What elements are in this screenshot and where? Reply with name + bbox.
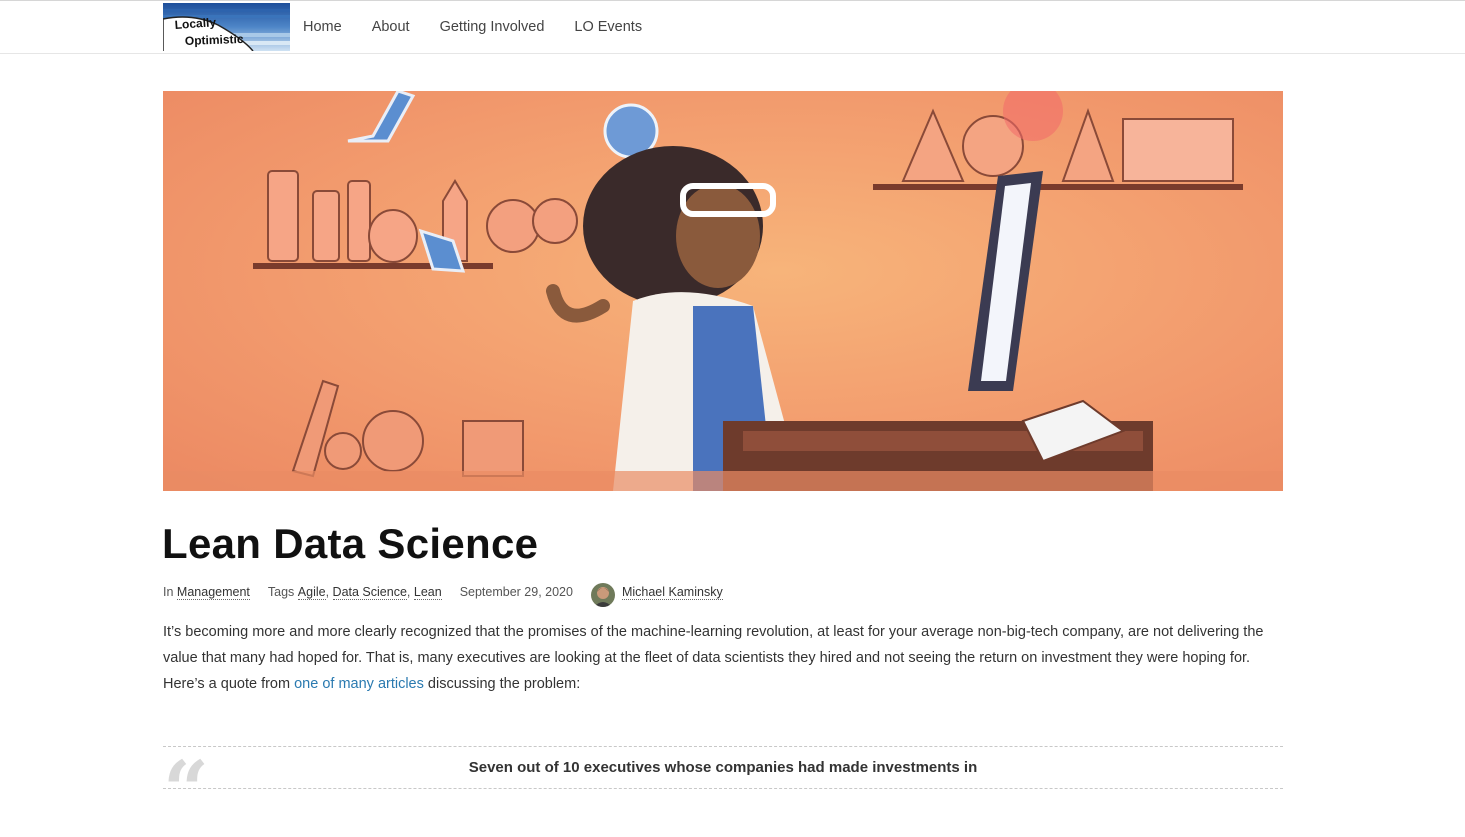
- tag-link-agile[interactable]: Agile: [297, 585, 326, 600]
- post-meta: In Management Tags Agile, Data Science, …: [163, 578, 723, 607]
- quote-text: Seven out of 10 executives whose compani…: [468, 759, 978, 776]
- featured-image: [163, 91, 1283, 491]
- tag-link-data-science[interactable]: Data Science: [332, 585, 407, 600]
- nav-lo-events[interactable]: LO Events: [574, 19, 642, 35]
- post-title: Lean Data Science: [162, 520, 539, 567]
- tag-link-lean[interactable]: Lean: [413, 585, 442, 600]
- intro-text-after: discussing the problem:: [423, 676, 581, 692]
- post-date: September 29, 2020: [459, 585, 573, 599]
- logo-text-line1: Locally: [174, 15, 217, 32]
- main-nav: Home About Getting Involved LO Events: [303, 19, 672, 35]
- logo-text-line2: Optimistic: [185, 32, 244, 48]
- author-link[interactable]: Michael Kaminsky: [621, 585, 723, 600]
- category-link[interactable]: Management: [176, 585, 250, 600]
- blockquote: Seven out of 10 executives whose compani…: [163, 746, 1283, 789]
- tags-label: Tags: [267, 585, 295, 599]
- site-header: Locally Optimistic Home About Getting In…: [0, 0, 1465, 54]
- site-logo[interactable]: Locally Optimistic: [163, 3, 290, 51]
- articles-link[interactable]: one of many articles: [294, 676, 424, 692]
- nav-getting-involved[interactable]: Getting Involved: [440, 19, 545, 35]
- tag-separator: ,: [325, 585, 330, 599]
- post-intro-paragraph: It’s becoming more and more clearly reco…: [163, 619, 1283, 697]
- nav-about[interactable]: About: [372, 19, 410, 35]
- nav-home[interactable]: Home: [303, 19, 342, 35]
- category-label: In: [163, 585, 174, 599]
- tag-separator: ,: [406, 585, 411, 599]
- avatar[interactable]: [590, 583, 615, 607]
